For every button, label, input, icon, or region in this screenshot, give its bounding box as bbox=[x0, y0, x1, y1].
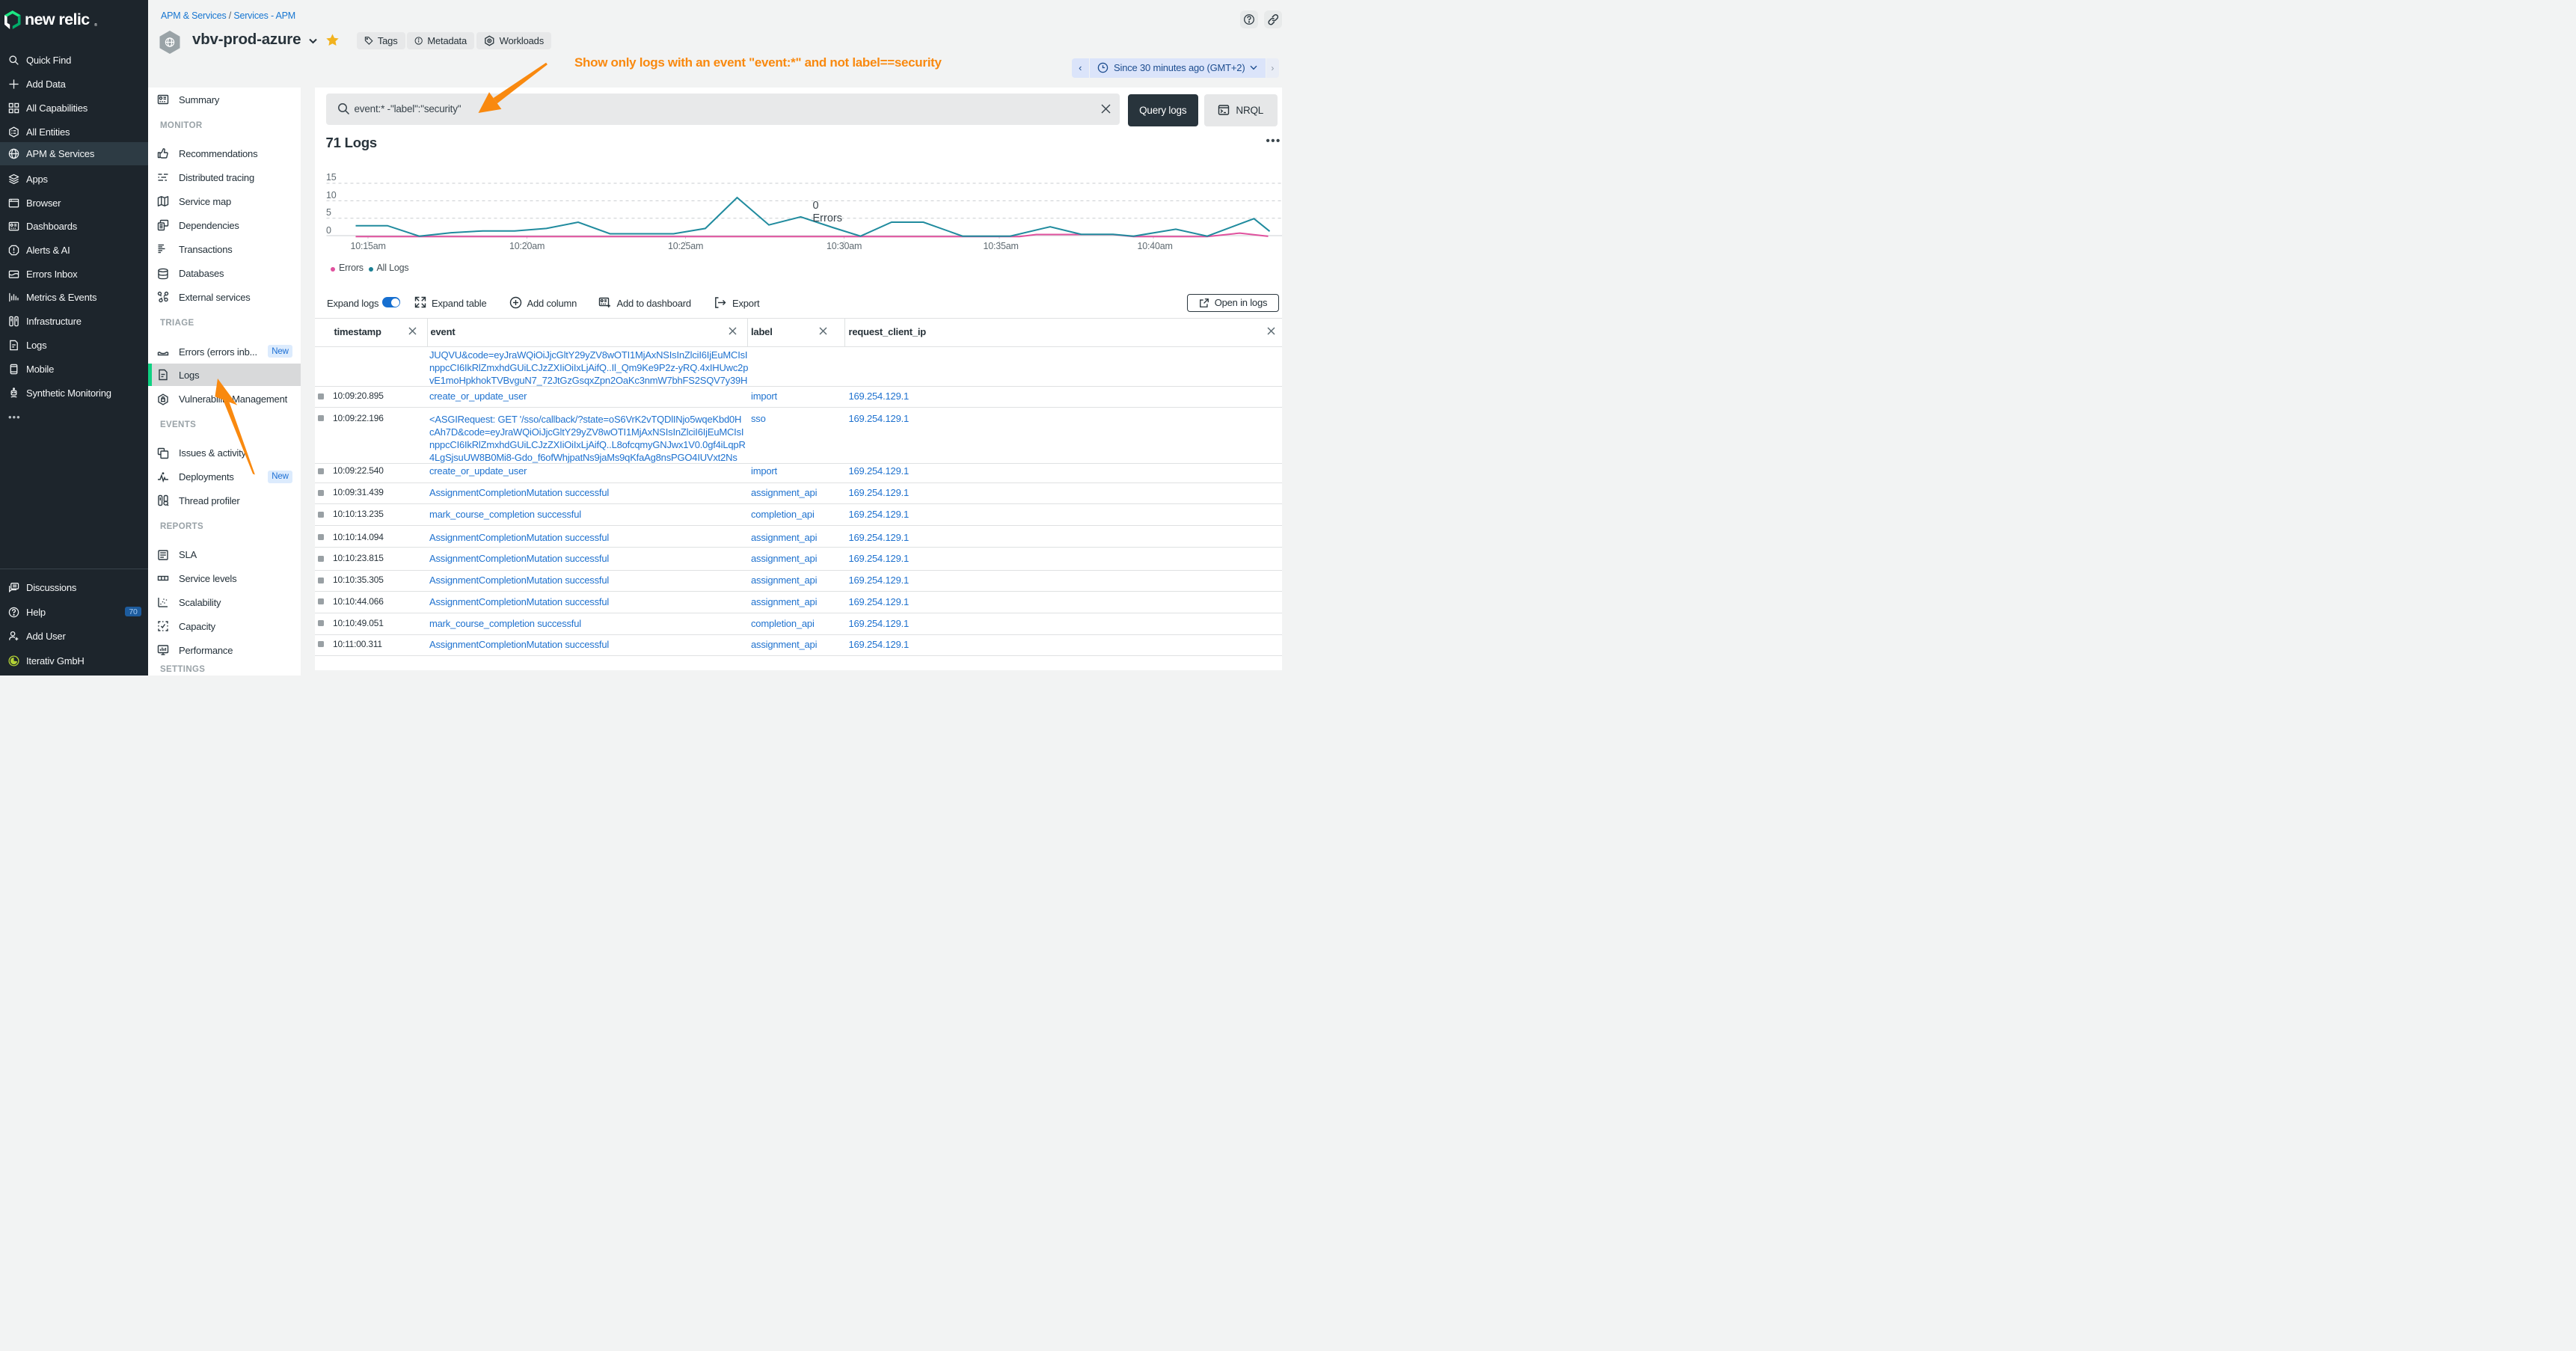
svg-text:new relic: new relic bbox=[25, 10, 90, 28]
svg-text:®: ® bbox=[94, 22, 97, 28]
